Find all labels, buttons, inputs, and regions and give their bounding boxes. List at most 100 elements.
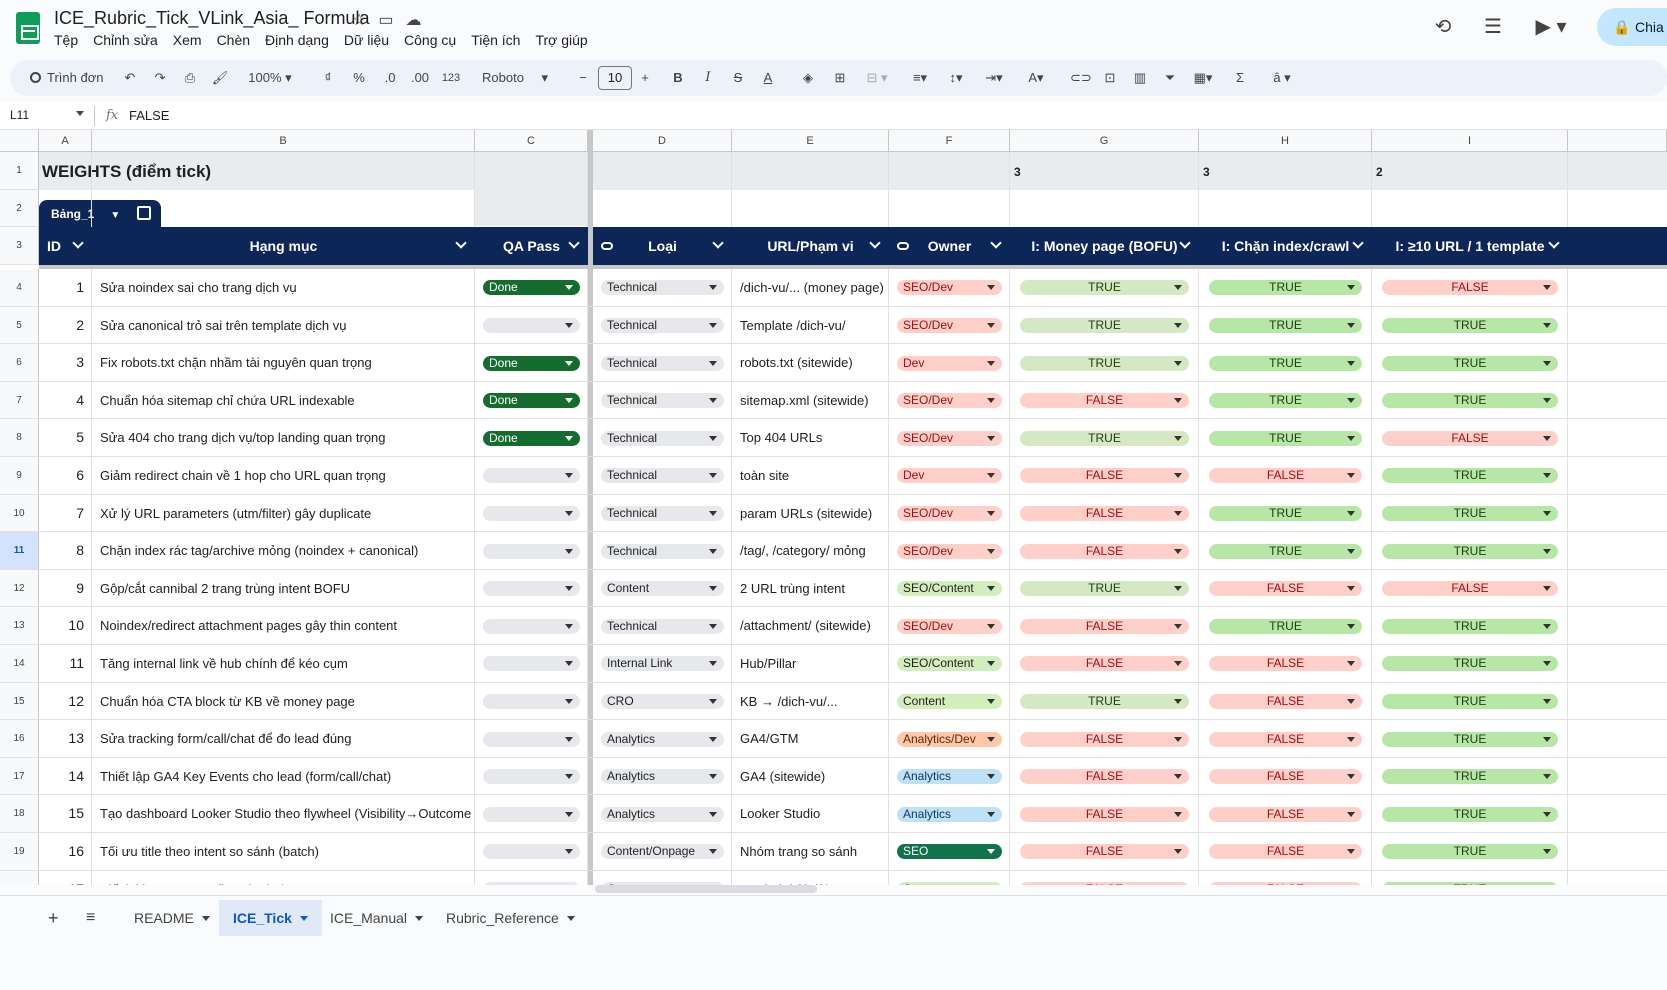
row-header-12[interactable]: 12 <box>0 569 39 608</box>
chevron-down-icon[interactable] <box>869 237 881 249</box>
table-name-tab[interactable]: Bảng_1 ▼ <box>39 200 161 228</box>
chevron-down-icon[interactable] <box>415 916 424 921</box>
cell-id[interactable]: 5 <box>39 419 84 456</box>
impact-h-dropdown[interactable]: FALSE <box>1209 844 1362 860</box>
column-header-e[interactable]: E <box>732 130 889 152</box>
frozen-column-divider[interactable] <box>588 130 593 885</box>
type-dropdown[interactable]: Analytics <box>601 806 724 822</box>
type-dropdown[interactable]: Technical <box>601 355 724 371</box>
table-view-icon[interactable]: ▦▾ <box>1188 60 1218 96</box>
comment-icon[interactable]: ⊡ <box>1100 60 1120 96</box>
owner-dropdown[interactable]: SEO/Dev <box>897 543 1002 559</box>
chevron-down-icon[interactable] <box>1548 237 1560 249</box>
qa-pass-dropdown[interactable]: Done <box>483 280 580 296</box>
qa-pass-dropdown[interactable] <box>483 656 580 672</box>
impact-h-dropdown[interactable]: TRUE <box>1209 543 1362 559</box>
owner-dropdown[interactable]: SEO/Dev <box>897 505 1002 521</box>
chevron-down-icon[interactable] <box>72 237 84 249</box>
qa-pass-dropdown[interactable] <box>483 806 580 822</box>
cell-item[interactable]: Sửa noindex sai cho trang dịch vụ <box>100 269 471 306</box>
impact-i-dropdown[interactable]: FALSE <box>1382 430 1558 446</box>
cell-item[interactable]: Giảm redirect chain về 1 hop cho URL qua… <box>100 457 471 494</box>
column-header-b[interactable]: B <box>92 130 475 152</box>
borders-icon[interactable]: ⊞ <box>830 60 850 96</box>
impact-g-dropdown[interactable]: FALSE <box>1020 656 1189 672</box>
move-folder-icon[interactable]: ▭ <box>378 10 393 30</box>
sheet-tab-readme[interactable]: README <box>120 900 224 936</box>
impact-g-dropdown[interactable]: FALSE <box>1020 881 1189 885</box>
owner-dropdown[interactable]: SEO/Dev <box>897 280 1002 296</box>
impact-i-dropdown[interactable]: TRUE <box>1382 769 1558 785</box>
more-formats-button[interactable]: 123 <box>440 60 462 96</box>
column-header-g[interactable]: G <box>1010 130 1199 152</box>
cell-item[interactable]: Chặn index rác tag/archive mỏng (noindex… <box>100 532 471 569</box>
type-dropdown[interactable]: Technical <box>601 505 724 521</box>
comments-icon[interactable]: ☰ <box>1481 15 1505 39</box>
impact-i-dropdown[interactable]: TRUE <box>1382 806 1558 822</box>
impact-i-dropdown[interactable]: FALSE <box>1382 581 1558 597</box>
owner-dropdown[interactable]: Analytics <box>897 769 1002 785</box>
impact-g-dropdown[interactable]: FALSE <box>1020 806 1189 822</box>
impact-h-dropdown[interactable]: TRUE <box>1209 317 1362 333</box>
text-wrap-icon[interactable]: ⇥▾ <box>980 60 1008 96</box>
italic-icon[interactable]: I <box>700 60 716 96</box>
row-header-19[interactable]: 19 <box>0 833 39 871</box>
impact-i-dropdown[interactable]: TRUE <box>1382 693 1558 709</box>
qa-pass-dropdown[interactable] <box>483 844 580 860</box>
menu-item[interactable]: Định dạng <box>265 32 335 48</box>
owner-dropdown[interactable]: Dev <box>897 468 1002 484</box>
row-header-11[interactable]: 11 <box>0 532 39 570</box>
add-sheet-icon[interactable]: + <box>40 900 67 936</box>
impact-g-dropdown[interactable]: TRUE <box>1020 280 1189 296</box>
impact-h-dropdown[interactable]: FALSE <box>1209 656 1362 672</box>
type-dropdown[interactable]: Technical <box>601 468 724 484</box>
impact-i-dropdown[interactable]: TRUE <box>1382 731 1558 747</box>
cell-item[interactable]: Fix robots.txt chặn nhầm tài nguyên quan… <box>100 344 471 381</box>
cell-url[interactable]: Top 404 URLs <box>740 419 887 456</box>
cell-id[interactable]: 3 <box>39 344 84 381</box>
qa-pass-dropdown[interactable] <box>483 881 580 885</box>
qa-pass-dropdown[interactable] <box>483 505 580 521</box>
impact-h-dropdown[interactable]: TRUE <box>1209 393 1362 409</box>
impact-i-dropdown[interactable]: TRUE <box>1382 393 1558 409</box>
impact-h-dropdown[interactable]: FALSE <box>1209 731 1362 747</box>
spreadsheet-grid[interactable]: WEIGHTS (điểm tick) 3 3 2 Bảng_1 ▼ ABCDEF… <box>0 130 1667 885</box>
paint-format-icon[interactable]: 🖌 <box>210 60 230 96</box>
row-header-13[interactable]: 13 <box>0 607 39 645</box>
impact-h-dropdown[interactable]: TRUE <box>1209 618 1362 634</box>
chevron-down-icon[interactable] <box>990 237 1002 249</box>
impact-i-dropdown[interactable]: TRUE <box>1382 543 1558 559</box>
cell-id[interactable]: 16 <box>39 833 84 870</box>
qa-pass-dropdown[interactable] <box>483 693 580 709</box>
impact-h-dropdown[interactable]: TRUE <box>1209 355 1362 371</box>
impact-g-dropdown[interactable]: TRUE <box>1020 317 1189 333</box>
chevron-down-icon[interactable] <box>1352 237 1364 249</box>
row-header-9[interactable]: 9 <box>0 457 39 495</box>
chevron-down-icon[interactable] <box>1179 237 1191 249</box>
header-id[interactable]: ID <box>39 227 92 265</box>
cell-id[interactable]: 17 <box>39 871 84 885</box>
chevron-down-icon[interactable] <box>299 916 308 921</box>
cell-url[interactable]: 2 URL trùng intent <box>740 570 887 607</box>
undo-icon[interactable]: ↶ <box>120 60 140 96</box>
menu-item[interactable]: Tiện ích <box>471 32 526 48</box>
impact-g-dropdown[interactable]: TRUE <box>1020 430 1189 446</box>
impact-h-dropdown[interactable]: TRUE <box>1209 430 1362 446</box>
cell-item[interactable]: Sửa 404 cho trang dịch vụ/top landing qu… <box>100 419 471 456</box>
cell-id[interactable]: 7 <box>39 495 84 532</box>
menu-item[interactable]: Xem <box>173 32 208 48</box>
increase-decimal-button[interactable]: .00 <box>408 60 432 96</box>
qa-pass-dropdown[interactable] <box>483 618 580 634</box>
column-header-d[interactable]: D <box>593 130 732 152</box>
header-qa[interactable]: QA Pass <box>475 227 588 265</box>
cell-url[interactable]: /tag/, /category/ mỏng <box>740 532 887 569</box>
cell-item[interactable]: Sửa canonical trỏ sai trên template dịch… <box>100 307 471 344</box>
row-header-5[interactable]: 5 <box>0 306 39 345</box>
impact-i-dropdown[interactable]: TRUE <box>1382 468 1558 484</box>
impact-g-dropdown[interactable]: TRUE <box>1020 693 1189 709</box>
font-size-input[interactable]: 10 <box>598 66 632 90</box>
zoom-select[interactable]: 100% ▾ <box>240 60 300 96</box>
header-g[interactable]: I: Money page (BOFU) <box>1010 227 1199 265</box>
row-header-10[interactable]: 10 <box>0 494 39 533</box>
owner-dropdown[interactable]: Analytics/Dev <box>897 731 1002 747</box>
